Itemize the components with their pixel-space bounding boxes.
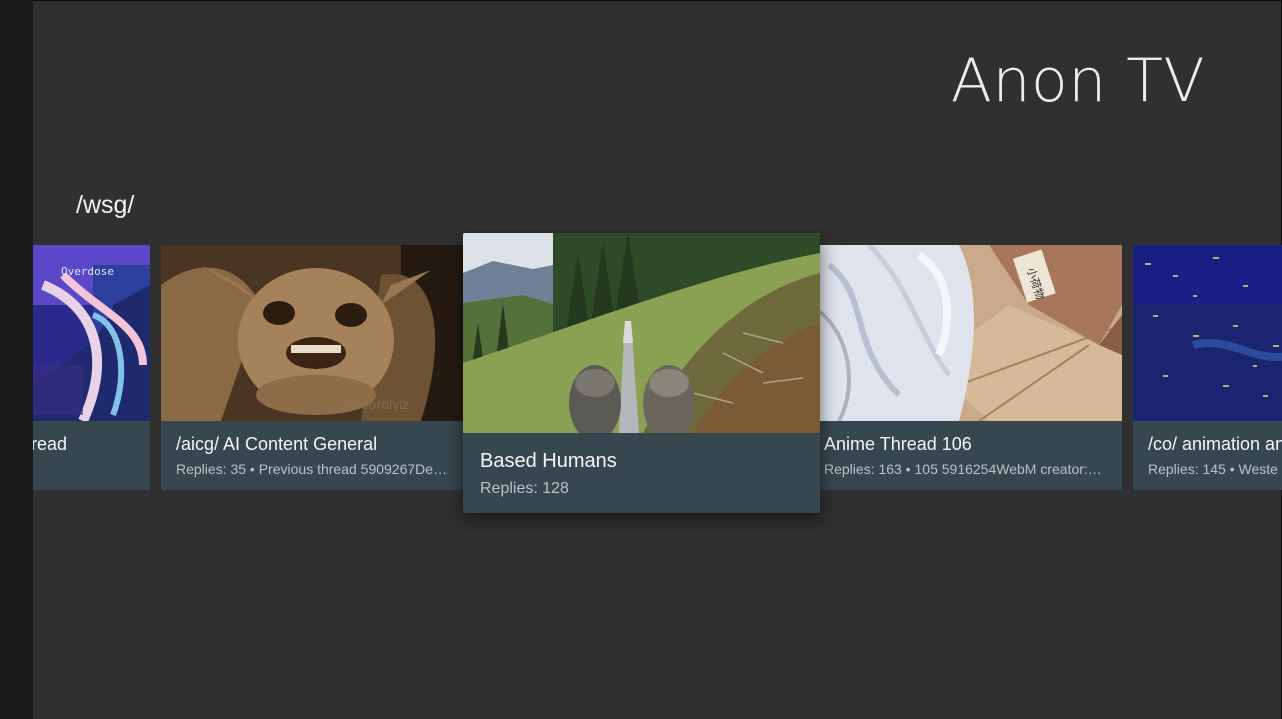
thread-title: Based Humans [480,450,617,472]
thread-title: read [33,434,68,454]
side-navigation-rail[interactable] [0,0,33,719]
thread-thumbnail: Overdose [33,245,150,421]
thread-subtitle: Replies: 145 • Weste [1148,461,1278,477]
thread-info: /co/ animation an Replies: 145 • Weste [1133,421,1282,490]
thread-thumbnail [1133,245,1282,421]
thread-card[interactable]: /co/ animation an Replies: 145 • Weste [1133,245,1282,490]
thread-card[interactable]: 小荷物 Anime Thread 106 Replies: 163 • 105 … [809,245,1122,490]
thread-card[interactable]: @neurolviz /aicg/ AI Content General Rep… [161,245,463,490]
row-header: /wsg/ [76,191,135,219]
thread-card[interactable]: Overdose read [33,245,150,490]
thread-title: /aicg/ AI Content General [176,434,378,454]
thread-info: read [33,421,150,490]
thumbnail-watermark: @neurolviz [339,396,409,412]
thread-row: Overdose read @neurolviz /aicg/ AI Conte… [33,230,1282,530]
thread-info: Based Humans Replies: 128 [463,433,820,513]
thumbnail-caption: Overdose [61,265,114,278]
thread-subtitle: Replies: 163 • 105 5916254WebM creator:… [824,461,1102,477]
thread-thumbnail: @neurolviz [161,245,463,421]
thread-info: /aicg/ AI Content General Replies: 35 • … [161,421,463,490]
thread-card-focused[interactable]: Based Humans Replies: 128 [463,233,820,513]
thread-subtitle: Replies: 35 • Previous thread 5909267Ded… [176,461,451,477]
thread-info: Anime Thread 106 Replies: 163 • 105 5916… [809,421,1122,490]
thread-thumbnail: 小荷物 [809,245,1122,421]
thread-subtitle: Replies: 128 [480,480,569,497]
thread-title: /co/ animation an [1148,434,1282,454]
thread-title: Anime Thread 106 [824,434,972,454]
thread-thumbnail [463,233,820,433]
app-title: Anon TV [950,46,1205,116]
